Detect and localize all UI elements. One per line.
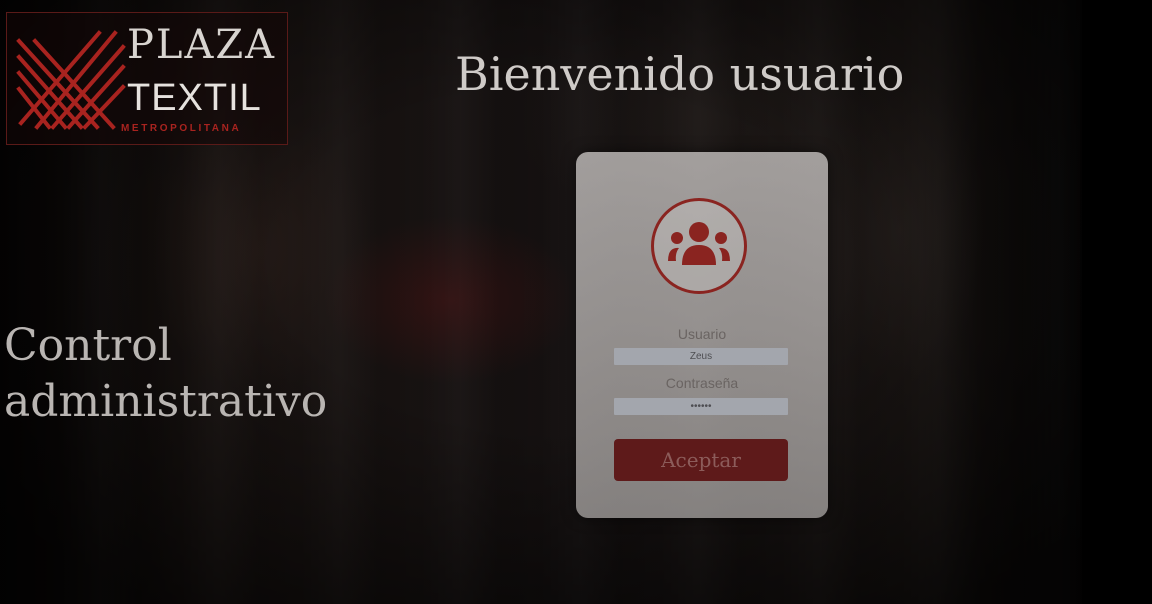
username-label: Usuario (677, 326, 727, 342)
login-screen: PLAZA TEXTIL METROPOLITANA Bienvenido us… (0, 0, 1152, 604)
accept-button[interactable]: Aceptar (614, 439, 788, 481)
right-border (1082, 0, 1152, 604)
woven-x-logo-icon (16, 30, 126, 130)
users-group-icon (668, 222, 730, 265)
welcome-heading: Bienvenido usuario (455, 47, 905, 101)
brand-word-textil: TEXTIL (127, 77, 262, 119)
section-title-line-2: administrativo (4, 376, 328, 427)
brand-word-metropolitana: METROPOLITANA (121, 123, 242, 134)
avatar (651, 198, 747, 294)
username-input[interactable] (614, 348, 788, 365)
brand-word-plaza: PLAZA (127, 22, 277, 68)
brand-logo: PLAZA TEXTIL METROPOLITANA (6, 12, 288, 145)
password-input[interactable] (614, 398, 788, 415)
section-title: Control administrativo (4, 318, 327, 430)
password-label: Contraseña (665, 375, 739, 391)
login-card: Usuario Contraseña Aceptar (576, 152, 828, 518)
section-title-line-1: Control (4, 320, 172, 371)
